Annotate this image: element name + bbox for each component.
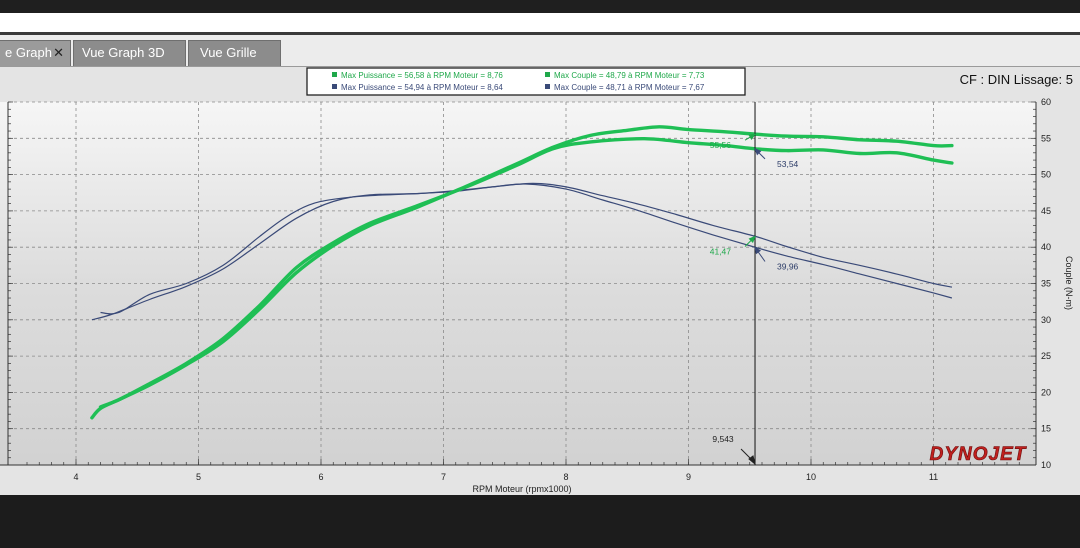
cursor-value-label: 53,54 — [777, 159, 799, 169]
y-tick: 60 — [1041, 97, 1051, 107]
cursor-rpm-label: 9,543 — [712, 434, 734, 444]
legend-swatch — [332, 84, 337, 89]
y-tick: 45 — [1041, 206, 1051, 216]
x-tick: 7 — [441, 472, 446, 482]
legend-entry: Max Puissance = 54,94 à RPM Moteur = 8,6… — [341, 83, 503, 92]
x-axis-label: RPM Moteur (rpmx1000) — [472, 484, 571, 494]
y-tick: 10 — [1041, 460, 1051, 470]
y-tick: 40 — [1041, 242, 1051, 252]
y-tick: 20 — [1041, 387, 1051, 397]
legend-swatch — [545, 72, 550, 77]
x-tick: 4 — [73, 472, 78, 482]
legend-swatch — [332, 72, 337, 77]
y-axis-label: Couple (N-m) — [1064, 256, 1074, 310]
x-tick: 10 — [806, 472, 816, 482]
x-tick: 6 — [318, 472, 323, 482]
y-tick: 55 — [1041, 133, 1051, 143]
y-tick: 35 — [1041, 279, 1051, 289]
legend-entry: Max Puissance = 56,58 à RPM Moteur = 8,7… — [341, 71, 503, 80]
legend-entry: Max Couple = 48,79 à RPM Moteur = 7,73 — [554, 71, 705, 80]
dyno-chart: 4 5 6 7 8 9 10 11 10 15 20 25 30 35 40 4… — [0, 67, 1074, 494]
dynojet-logo: DYNOJET — [930, 444, 1027, 465]
cursor-value-label: 55,56 — [710, 140, 732, 150]
legend-entry: Max Couple = 48,71 à RPM Moteur = 7,67 — [554, 83, 705, 92]
x-tick: 5 — [196, 472, 201, 482]
x-tick: 11 — [929, 472, 938, 482]
cursor-value-label: 39,96 — [777, 261, 799, 271]
bottom-bar — [0, 495, 1080, 548]
y-tick: 30 — [1041, 315, 1051, 325]
y-tick: 25 — [1041, 351, 1051, 361]
legend: Max Puissance = 56,58 à RPM Moteur = 8,7… — [306, 67, 746, 96]
legend-swatch — [545, 84, 550, 89]
y-tick: 50 — [1041, 170, 1051, 180]
y-tick: 15 — [1041, 424, 1051, 434]
x-tick: 8 — [563, 472, 568, 482]
x-tick-labels: 4 5 6 7 8 9 10 11 — [73, 472, 938, 482]
y-tick-labels: 10 15 20 25 30 35 40 45 50 55 60 — [1041, 97, 1051, 470]
cf-din-label: CF : DIN Lissage: 5 — [960, 72, 1073, 87]
x-tick: 9 — [686, 472, 691, 482]
cursor-value-label: 41,47 — [710, 247, 732, 257]
